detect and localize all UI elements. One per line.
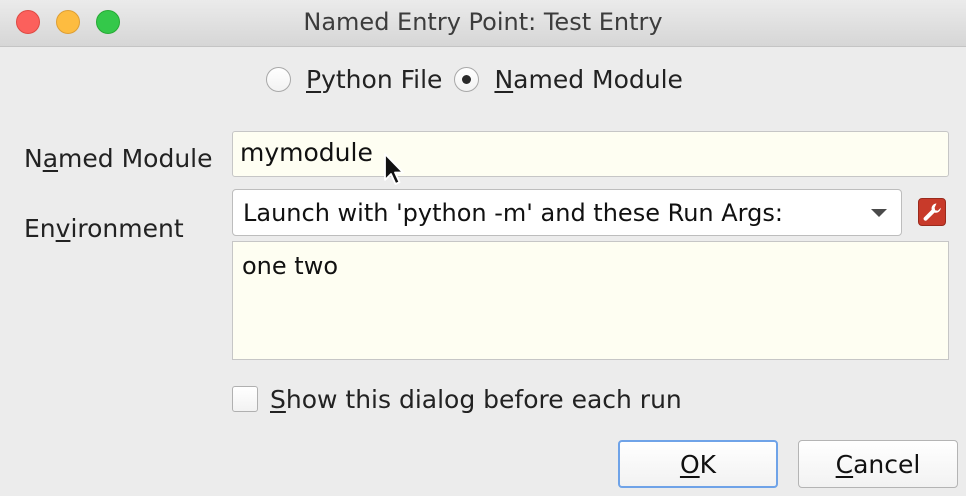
named-module-field-label: Named Module <box>24 144 213 173</box>
environment-selected-option: Launch with 'python -m' and these Run Ar… <box>243 199 783 227</box>
show-dialog-label[interactable]: Show this dialog before each run <box>270 385 682 414</box>
dropdown-arrow-icon <box>871 209 887 217</box>
dialog-window: Named Entry Point: Test Entry Python Fil… <box>0 0 966 496</box>
run-args-textarea[interactable]: one two <box>232 241 949 360</box>
window-title: Named Entry Point: Test Entry <box>303 8 663 36</box>
show-dialog-checkbox[interactable] <box>232 386 258 412</box>
title-bar[interactable]: Named Entry Point: Test Entry <box>0 0 966 47</box>
cancel-button[interactable]: Cancel <box>798 440 958 488</box>
python-file-radio[interactable] <box>266 66 291 92</box>
radio-selected-dot <box>462 74 472 84</box>
show-dialog-option: Show this dialog before each run <box>232 382 682 416</box>
edit-environment-button[interactable] <box>918 198 946 226</box>
named-module-input[interactable]: mymodule <box>232 131 949 177</box>
named-module-label[interactable]: Named Module <box>494 65 682 94</box>
named-module-radio[interactable] <box>454 66 480 92</box>
ok-button[interactable]: OK <box>618 440 778 488</box>
mouse-pointer-icon <box>384 153 404 185</box>
wrench-icon <box>923 203 941 221</box>
environment-dropdown[interactable]: Launch with 'python -m' and these Run Ar… <box>232 189 902 236</box>
environment-label: Environment <box>24 214 184 243</box>
python-file-label[interactable]: Python File <box>306 65 442 94</box>
entry-type-radio-group: Python File Named Module <box>266 62 695 96</box>
